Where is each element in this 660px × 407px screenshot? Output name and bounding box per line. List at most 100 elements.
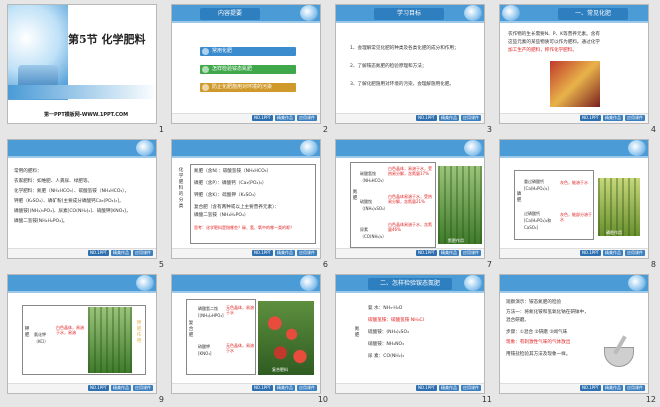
header-band: [500, 140, 648, 156]
footer: NO.1PPT 精美作品 应用课件: [8, 383, 156, 393]
line-6: 用铵盐检验其方法及现象一样。: [506, 352, 571, 357]
footer-works-button[interactable]: 精美作品: [439, 250, 459, 256]
footer-courseware-button[interactable]: 应用课件: [625, 250, 645, 256]
slide-4[interactable]: 一、常见化肥 农作物的生长需要N、P、K等营养元素。含有 这些元素的某些物质可以…: [496, 2, 660, 137]
note-2: 灰色，能部分溶于水: [560, 212, 592, 222]
footer-courseware-button[interactable]: 应用课件: [461, 115, 481, 121]
note-2: 白色晶体易溶于水，受热易分解，含氮量21%: [388, 194, 432, 204]
slide-11-thumbnail[interactable]: 二、怎样检验铵态氮肥 氮肥 氨 水：NH₃·H₂O 碳酸氢铵：碳酸氢铵 NH₄C…: [335, 274, 485, 394]
footer-logo-button[interactable]: NO.1PPT: [579, 250, 601, 256]
footer-logo-button[interactable]: NO.1PPT: [87, 385, 109, 391]
footer-buttons: NO.1PPT 精美作品 应用课件: [415, 385, 481, 391]
slide-8[interactable]: 磷肥 重过磷酸钙[Ca(H₂PO₄)₂] 过磷酸钙[Ca(H₂PO₄)₂和CaS…: [496, 137, 660, 272]
footer: NO.1PPT 精美作品 应用课件: [336, 113, 484, 123]
slide-number: 11: [481, 395, 492, 404]
footer-works-button[interactable]: 精美作品: [603, 250, 623, 256]
footer-courseware-button[interactable]: 应用课件: [133, 250, 153, 256]
footer-works-button[interactable]: 精美作品: [275, 115, 295, 121]
line-5: 尿 素：CO(NH₂)₂: [368, 354, 405, 359]
slide-8-thumbnail[interactable]: 磷肥 重过磷酸钙[Ca(H₂PO₄)₂] 过磷酸钙[Ca(H₂PO₄)₂和CaS…: [499, 139, 649, 259]
slide-2[interactable]: 内容提要 常用化肥 怎样检验铵态氮肥 防止化肥施用对环境的污染 NO.1PPT 精…: [168, 2, 332, 137]
footer-works-button[interactable]: 精美作品: [275, 250, 295, 256]
footer-logo-button[interactable]: NO.1PPT: [415, 385, 437, 391]
side-label: 氮肥: [352, 190, 358, 201]
globe-icon: [300, 275, 318, 291]
slide-6[interactable]: 化学肥料的分类 氮肥（含N）：碳酸氢铵（NH₄HCO₃） 磷肥（含P）：磷酸钙（…: [168, 137, 332, 272]
slide-1-thumbnail[interactable]: 第5节 化学肥料 第一PPT模板网-WWW.1PPT.COM: [7, 4, 157, 124]
slide-number: 7: [486, 260, 492, 269]
slide-6-thumbnail[interactable]: 化学肥料的分类 氮肥（含N）：碳酸氢铵（NH₄HCO₃） 磷肥（含P）：磷酸钙（…: [171, 139, 321, 259]
footer-logo-button[interactable]: NO.1PPT: [579, 385, 601, 391]
slide-7[interactable]: 氮肥 碳酸氢铵（NH₄HCO₃） 硫酸铵（(NH₄)₂SO₄） 尿素（CO(NH…: [332, 137, 496, 272]
footer-works-button[interactable]: 精美作品: [603, 385, 623, 391]
title-band: [8, 85, 156, 99]
slide-4-thumbnail[interactable]: 一、常见化肥 农作物的生长需要N、P、K等营养元素。含有 这些元素的某些物质可以…: [499, 4, 649, 124]
slide-number: 5: [158, 260, 164, 269]
footer-buttons: NO.1PPT 精美作品 应用课件: [87, 385, 153, 391]
footer-courseware-button[interactable]: 应用课件: [297, 385, 317, 391]
note-1: 灰色，能溶于水: [560, 180, 588, 185]
slide-5[interactable]: 常用的肥料： 农家肥料：如堆肥、人粪尿、绿肥等。 化学肥料：氮肥（NH₄HCO₃…: [4, 137, 168, 272]
line-6: 磷酸二氢铵[NH₄H₂PO₄]。: [14, 219, 68, 224]
line-5: 磷酸二氢铵（NH₄H₂PO₄）: [194, 213, 249, 218]
footer-works-button[interactable]: 精美作品: [603, 115, 623, 121]
line-4: 硝酸铵：NH₄NO₃: [368, 342, 405, 347]
slide-5-thumbnail[interactable]: 常用的肥料： 农家肥料：如堆肥、人粪尿、绿肥等。 化学肥料：氮肥（NH₄HCO₃…: [7, 139, 157, 259]
slide-3[interactable]: 学习目标 1、会理解常见化肥的种类及各类化肥的成分和作用； 2、了解铵态氮肥的检…: [332, 2, 496, 137]
footer-works-button[interactable]: 精美作品: [439, 115, 459, 121]
line-3: 化学肥料：氮肥（NH₄HCO₃）、碳酸氢铵（NH₄HCO₃），: [14, 189, 130, 194]
header-title: 一、常见化肥: [558, 8, 628, 20]
footer-works-button[interactable]: 精美作品: [111, 385, 131, 391]
slide-11[interactable]: 二、怎样检验铵态氮肥 氮肥 氨 水：NH₃·H₂O 碳酸氢铵：碳酸氢铵 NH₄C…: [332, 272, 496, 407]
line-4: 钾肥（K₂SO₄）、磷矿粉[主要成分磷酸钙Ca₃(PO₄)₂]，: [14, 199, 124, 204]
footer-logo-button[interactable]: NO.1PPT: [415, 115, 437, 121]
footer-logo-button[interactable]: NO.1PPT: [579, 115, 601, 121]
slide-10[interactable]: 复合肥 磷酸氢二铵[(NH₄)₂HPO₄] 硝酸钾[KNO₃] 无色晶体，易溶于…: [168, 272, 332, 407]
footer-courseware-button[interactable]: 应用课件: [133, 385, 153, 391]
slide-2-thumbnail[interactable]: 内容提要 常用化肥 怎样检验铵态氮肥 防止化肥施用对环境的污染 NO.1PPT 精…: [171, 4, 321, 124]
footer-works-button[interactable]: 精美作品: [111, 250, 131, 256]
row-1: 碳酸氢铵（NH₄HCO₃）: [360, 171, 387, 183]
crop-image: [88, 307, 132, 373]
footer-courseware-button[interactable]: 应用课件: [297, 115, 317, 121]
footer-logo-button[interactable]: NO.1PPT: [251, 250, 273, 256]
goal-1: 1、会理解常见化肥的种类及各类化肥的成分和作用；: [350, 46, 459, 51]
line-5: 现象：有刺激性气味的气体放出: [506, 340, 571, 345]
footer-logo-button[interactable]: NO.1PPT: [87, 250, 109, 256]
slide-number: 12: [645, 395, 656, 404]
footer-logo-button[interactable]: NO.1PPT: [415, 250, 437, 256]
line-1: 氨 水：NH₃·H₂O: [368, 306, 403, 311]
line-6: 思考：化学肥料是指哪些？碳、氢、氧中的哪一类的呢？: [194, 225, 294, 230]
row-1: 氯化钾（KCl）: [34, 332, 49, 344]
header-line: [172, 291, 320, 293]
slide-1[interactable]: 第5节 化学肥料 第一PPT模板网-WWW.1PPT.COM 1: [4, 2, 168, 137]
slide-12[interactable]: 观察演示：铵态氮肥的检验 方法一：将氮化铵和氢氧化钠在研钵中， 混合研磨。 步骤…: [496, 272, 660, 407]
footer-works-button[interactable]: 精美作品: [439, 385, 459, 391]
toc-item-1[interactable]: 常用化肥: [200, 47, 296, 56]
toc-item-3[interactable]: 防止化肥施用对环境的污染: [200, 83, 296, 92]
header-line: [172, 21, 320, 23]
slide-7-thumbnail[interactable]: 氮肥 碳酸氢铵（NH₄HCO₃） 硫酸铵（(NH₄)₂SO₄） 尿素（CO(NH…: [335, 139, 485, 259]
footer-works-button[interactable]: 精美作品: [275, 385, 295, 391]
slide-12-thumbnail[interactable]: 观察演示：铵态氮肥的检验 方法一：将氮化铵和氢氧化钠在研钵中， 混合研磨。 步骤…: [499, 274, 649, 394]
note-1: 白色晶体，易溶于水，易溶: [56, 325, 84, 335]
header-title: 内容提要: [200, 8, 260, 20]
footer-logo-button[interactable]: NO.1PPT: [251, 385, 273, 391]
slide-9-thumbnail[interactable]: 钾肥 氯化钾（KCl） 白色晶体，易溶于水，易溶 钾肥作用 NO.1PPT 精美作…: [7, 274, 157, 394]
slide-10-thumbnail[interactable]: 复合肥 磷酸氢二铵[(NH₄)₂HPO₄] 硝酸钾[KNO₃] 无色晶体，易溶于…: [171, 274, 321, 394]
footer-courseware-button[interactable]: 应用课件: [625, 385, 645, 391]
footer-courseware-button[interactable]: 应用课件: [461, 250, 481, 256]
footer-buttons: NO.1PPT 精美作品 应用课件: [251, 385, 317, 391]
goal-3: 3、了解化肥施用对环境的污染，会理解施用化肥。: [350, 82, 454, 87]
footer-courseware-button[interactable]: 应用课件: [297, 250, 317, 256]
footer-courseware-button[interactable]: 应用课件: [461, 385, 481, 391]
footer-buttons: NO.1PPT 精美作品 应用课件: [251, 250, 317, 256]
slide-9[interactable]: 钾肥 氯化钾（KCl） 白色晶体，易溶于水，易溶 钾肥作用 NO.1PPT 精美作…: [4, 272, 168, 407]
footer: NO.1PPT 精美作品 应用课件: [500, 383, 648, 393]
toc-item-2[interactable]: 怎样检验铵态氮肥: [200, 65, 296, 74]
footer-logo-button[interactable]: NO.1PPT: [251, 115, 273, 121]
slide-3-thumbnail[interactable]: 学习目标 1、会理解常见化肥的种类及各类化肥的成分和作用； 2、了解铵态氮肥的检…: [335, 4, 485, 124]
footer-courseware-button[interactable]: 应用课件: [625, 115, 645, 121]
row-2: 过磷酸钙[Ca(H₂PO₄)₂和CaSO₄]: [524, 211, 552, 230]
header-line: [8, 291, 156, 293]
